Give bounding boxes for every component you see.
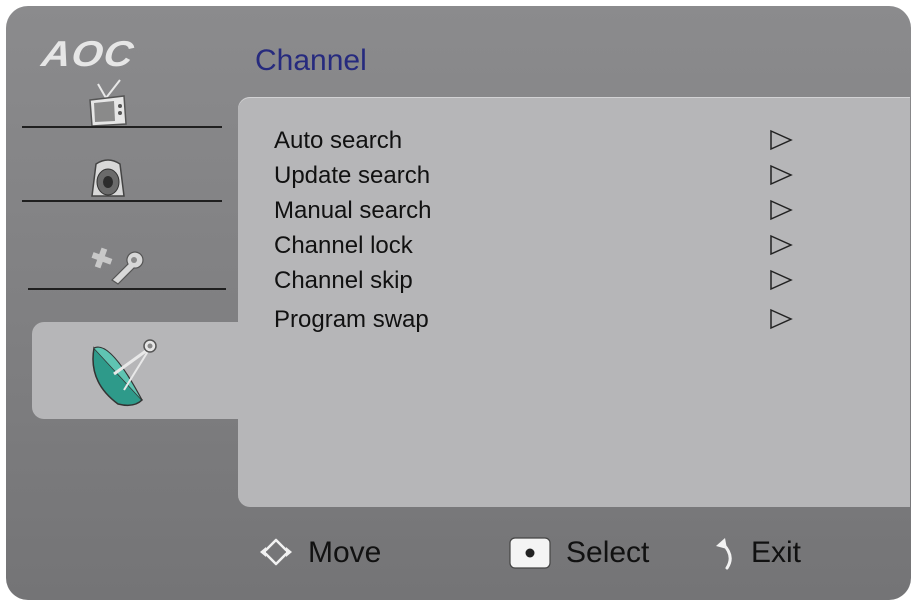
osd-menu-window: AOC Channel Auto search Update search Ma… — [6, 6, 911, 600]
sidebar-item-sound[interactable] — [22, 154, 222, 204]
hint-move: Move — [254, 536, 404, 570]
hint-select: Select — [506, 536, 676, 570]
sidebar-item-channel[interactable] — [32, 322, 242, 419]
hint-exit-label: Exit — [751, 536, 802, 569]
hint-move-label: Move — [308, 536, 382, 569]
menu-item-program-swap[interactable]: Program swap — [274, 306, 804, 338]
return-arrow-icon — [716, 538, 732, 570]
sidebar-divider — [22, 200, 222, 202]
menu-item-label: Channel skip — [274, 267, 413, 294]
sidebar-divider — [22, 126, 222, 128]
menu-item-label: Program swap — [274, 306, 429, 333]
arrow-right-icon — [770, 199, 793, 221]
arrow-right-icon — [770, 234, 793, 256]
menu-item-update-search[interactable]: Update search — [274, 162, 804, 194]
sidebar-item-picture[interactable] — [22, 76, 222, 128]
arrow-right-icon — [770, 308, 793, 330]
aoc-logo: AOC — [39, 34, 137, 74]
arrow-right-icon — [770, 129, 793, 151]
speaker-icon — [91, 159, 125, 197]
page-title: Channel — [255, 44, 367, 77]
hint-exit: Exit — [711, 536, 821, 570]
move-arrows-icon — [260, 538, 292, 566]
select-button-icon — [509, 537, 551, 569]
arrow-right-icon — [770, 269, 793, 291]
tv-icon — [89, 79, 127, 126]
menu-item-label: Manual search — [274, 197, 432, 224]
hint-select-label: Select — [566, 536, 650, 569]
menu-item-channel-lock[interactable]: Channel lock — [274, 232, 804, 264]
menu-item-label: Channel lock — [274, 232, 413, 259]
sidebar-divider — [28, 288, 226, 290]
arrow-right-icon — [770, 164, 793, 186]
menu-item-manual-search[interactable]: Manual search — [274, 197, 804, 229]
tools-icon — [91, 247, 144, 285]
menu-item-label: Update search — [274, 162, 431, 189]
menu-item-label: Auto search — [274, 127, 403, 154]
sidebar-item-setup[interactable] — [28, 246, 228, 292]
menu-item-channel-skip[interactable]: Channel skip — [274, 267, 804, 299]
satellite-dish-icon — [92, 339, 157, 407]
menu-item-auto-search[interactable]: Auto search — [274, 127, 804, 159]
